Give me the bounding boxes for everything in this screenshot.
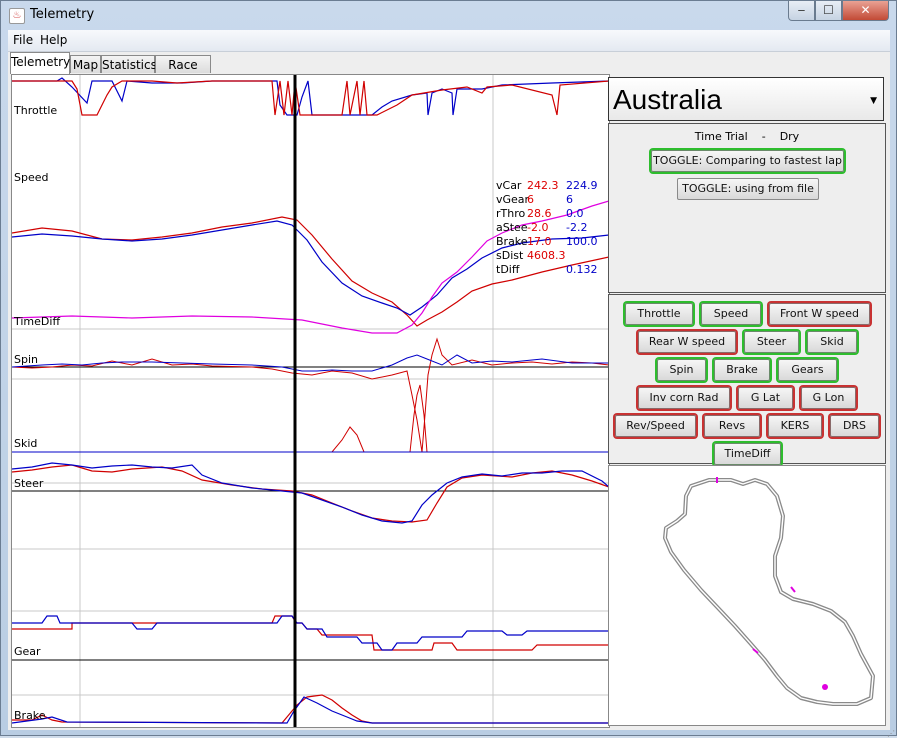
chevron-down-icon: ▼ <box>870 96 877 106</box>
readout-current-value: 242.3 <box>527 179 559 192</box>
timediff-label: TimeDiff <box>14 315 61 328</box>
readout-current-value: 4608.3 <box>527 249 566 262</box>
track-dropdown[interactable]: Australia ▼ <box>608 77 884 121</box>
readout-label: sDist <box>496 249 524 262</box>
gears-channel-button[interactable]: Gears <box>778 359 837 381</box>
readout-current-value: 28.6 <box>527 207 552 220</box>
throttle-channel-button[interactable]: Throttle <box>625 303 693 325</box>
menu-help[interactable]: Help <box>40 33 67 47</box>
menu-file[interactable]: File <box>13 33 33 47</box>
main-content: Telemetry Map Statistics Race Info <box>8 52 890 730</box>
app-window: ♨ Telemetry ‒ ☐ ✕ File Help Telemetry Ma… <box>0 0 897 738</box>
source-toggle-button[interactable]: TOGGLE: using from file <box>677 178 819 200</box>
readout-label: tDiff <box>496 263 520 276</box>
gear-current-trace <box>12 615 609 651</box>
readout-current-value: 6 <box>527 193 534 206</box>
session-type: Time Trial <box>694 130 748 143</box>
resize-grip[interactable]: ⋰ <box>887 729 895 738</box>
tab-map[interactable]: Map <box>70 55 101 73</box>
front-w-speed-channel-button[interactable]: Front W speed <box>769 303 870 325</box>
timediff-channel-button[interactable]: TimeDiff <box>714 443 781 465</box>
drs-channel-button[interactable]: DRS <box>830 415 879 437</box>
tab-telemetry[interactable]: Telemetry <box>10 52 70 74</box>
steer-channel-button[interactable]: Steer <box>744 331 799 353</box>
close-button[interactable]: ✕ <box>842 1 889 21</box>
session-conditions: Dry <box>779 130 800 143</box>
rear-w-speed-channel-button[interactable]: Rear W speed <box>638 331 736 353</box>
telemetry-chart[interactable] <box>12 75 609 727</box>
brake-label: Brake <box>14 709 46 722</box>
track-map[interactable] <box>609 466 885 725</box>
session-separator: - <box>761 130 766 143</box>
kers-channel-button[interactable]: KERS <box>768 415 822 437</box>
readout-current-value: 17.0 <box>527 235 552 248</box>
inv-corn-rad-channel-button[interactable]: Inv corn Rad <box>638 387 730 409</box>
session-info-panel: Time Trial - Dry TOGGLE: Comparing to fa… <box>608 123 886 293</box>
spin-channel-button[interactable]: Spin <box>657 359 706 381</box>
readout-compare-value: 6 <box>566 193 573 206</box>
readout-compare-value: 0.132 <box>566 263 598 276</box>
readout-compare-value: 224.9 <box>566 179 598 192</box>
skid-current-trace <box>12 384 609 453</box>
gear-label: Gear <box>14 645 41 658</box>
maximize-button[interactable]: ☐ <box>815 1 842 21</box>
java-cup-icon: ♨ <box>9 8 25 24</box>
skid-label: Skid <box>14 437 38 450</box>
brake-channel-button[interactable]: Brake <box>714 359 770 381</box>
readout-label: aStee <box>496 221 528 234</box>
compare-toggle-button[interactable]: TOGGLE: Comparing to fastest lap <box>651 150 844 172</box>
brake-compare-trace <box>12 696 609 724</box>
spin-label: Spin <box>14 353 38 366</box>
readout-label: Brake <box>496 235 528 248</box>
throttle-compare-trace <box>12 77 609 116</box>
track-outline <box>663 478 875 706</box>
minimize-button[interactable]: ‒ <box>788 1 815 21</box>
speed-label: Speed <box>14 171 49 184</box>
telemetry-plot-panel[interactable]: Throttle Speed TimeDiff Spin Skid Steer … <box>11 74 610 728</box>
readout-compare-value: 0.0 <box>566 207 584 220</box>
control-column: Australia ▼ Time Trial - Dry TOGGLE: Com… <box>608 74 890 726</box>
track-outline-inner <box>664 479 874 705</box>
channel-separators <box>12 366 609 661</box>
gear-compare-trace <box>12 615 609 651</box>
readout-compare-value: -2.2 <box>566 221 588 234</box>
steer-label: Steer <box>14 477 44 490</box>
readout-label: rThro <box>496 207 526 220</box>
tab-race-info[interactable]: Race Info <box>155 55 211 90</box>
readout-current-value: -2.0 <box>527 221 549 234</box>
throttle-label: Throttle <box>14 104 58 117</box>
window-title: Telemetry <box>30 7 95 22</box>
readout-label: vCar <box>496 179 522 192</box>
brake-current-trace <box>12 694 609 724</box>
channel-toggle-panel: Throttle Speed Front W speed Rear W spee… <box>608 294 886 465</box>
readout-compare-value: 100.0 <box>566 235 598 248</box>
menu-bar: File Help <box>8 30 890 52</box>
rev-speed-channel-button[interactable]: Rev/Speed <box>615 415 696 437</box>
track-map-panel[interactable] <box>608 465 886 726</box>
g-lon-channel-button[interactable]: G Lon <box>801 387 856 409</box>
readout-label: vGear <box>496 193 530 206</box>
track-name: Australia <box>613 84 722 115</box>
skid-channel-button[interactable]: Skid <box>807 331 857 353</box>
tab-statistics[interactable]: Statistics <box>101 55 157 73</box>
revs-channel-button[interactable]: Revs <box>704 415 760 437</box>
g-lat-channel-button[interactable]: G Lat <box>738 387 793 409</box>
car-position-dot <box>822 684 828 690</box>
session-info: Time Trial - Dry <box>609 130 885 143</box>
tab-strip: Telemetry Map Statistics Race Info <box>8 52 890 90</box>
spin-current-trace <box>12 337 609 453</box>
speed-channel-button[interactable]: Speed <box>701 303 761 325</box>
title-bar[interactable]: ♨ Telemetry ‒ ☐ ✕ <box>1 1 896 29</box>
sector-markers <box>716 477 796 654</box>
